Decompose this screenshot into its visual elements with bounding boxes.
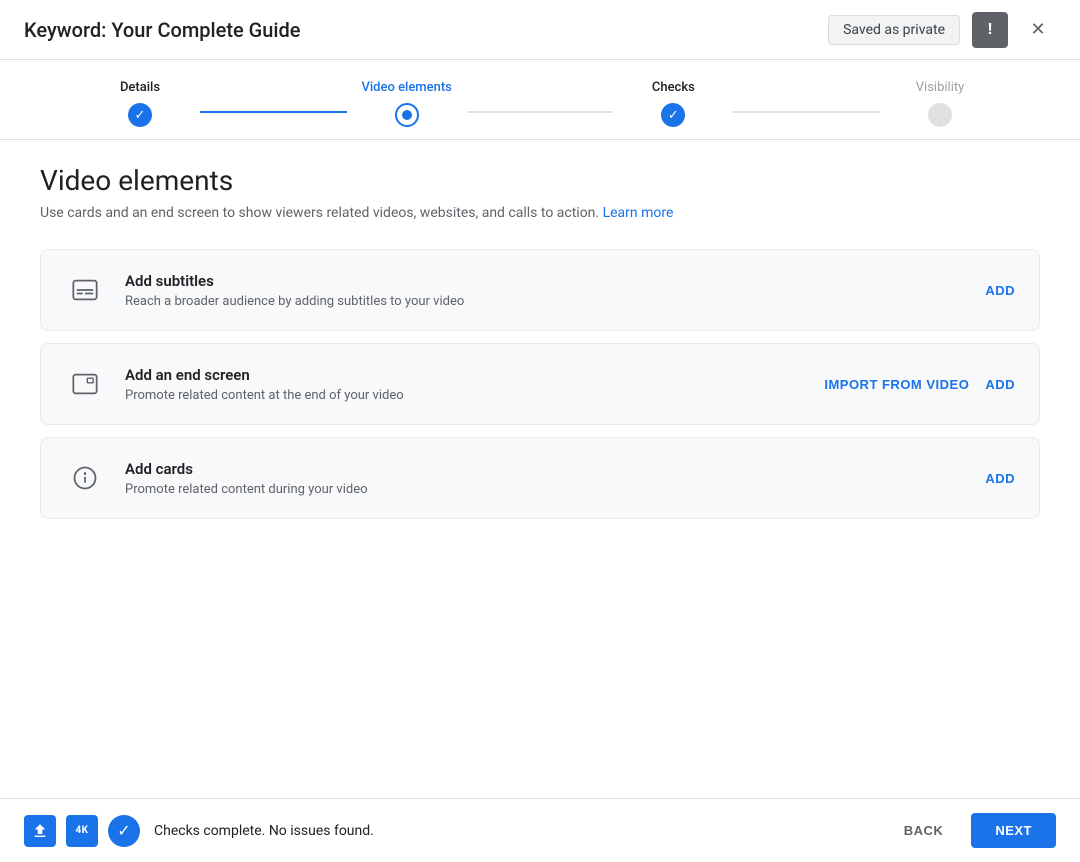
subtitles-add-button[interactable]: ADD [985, 283, 1015, 298]
add-cards-card-actions: ADD [985, 471, 1015, 486]
step-details: Details ✓ [80, 80, 200, 127]
footer: 4K ✓ Checks complete. No issues found. B… [0, 798, 1080, 862]
subtitles-card-desc: Reach a broader audience by adding subti… [125, 294, 965, 309]
check-badge: ✓ [108, 815, 140, 847]
checkmark-icon-2: ✓ [668, 108, 679, 123]
active-dot [402, 110, 412, 120]
learn-more-link[interactable]: Learn more [603, 205, 674, 221]
main-content: Video elements Use cards and an end scre… [0, 140, 1080, 798]
add-cards-icon [65, 458, 105, 498]
end-screen-add-button[interactable]: ADD [985, 377, 1015, 392]
add-cards-card-desc: Promote related content during your vide… [125, 482, 965, 497]
subtitles-card-body: Add subtitles Reach a broader audience b… [125, 272, 965, 309]
add-cards-card: Add cards Promote related content during… [40, 437, 1040, 519]
import-from-video-button[interactable]: IMPORT FROM VIDEO [824, 377, 969, 392]
footer-status: Checks complete. No issues found. [154, 823, 374, 839]
connector-2 [467, 111, 614, 113]
step-video-elements-label: Video elements [361, 80, 451, 95]
alert-button[interactable]: ! [972, 12, 1008, 48]
step-visibility-circle [928, 103, 952, 127]
step-details-label: Details [120, 80, 160, 95]
step-checks-circle: ✓ [661, 103, 685, 127]
checkmark-icon: ✓ [135, 108, 146, 123]
footer-right: BACK NEXT [888, 813, 1056, 848]
4k-badge: 4K [66, 815, 98, 847]
alert-icon: ! [987, 21, 992, 39]
upload-icon [24, 815, 56, 847]
stepper-track: Details ✓ Video elements Checks ✓ [0, 60, 1080, 127]
step-checks: Checks ✓ [613, 80, 733, 127]
add-cards-card-body: Add cards Promote related content during… [125, 460, 965, 497]
end-screen-card-desc: Promote related content at the end of yo… [125, 388, 804, 403]
step-visibility: Visibility [880, 80, 1000, 127]
step-video-elements-circle [395, 103, 419, 127]
video-elements-title: Video elements [40, 164, 1040, 197]
connector-1 [200, 111, 347, 113]
stepper: Details ✓ Video elements Checks ✓ [0, 60, 1080, 140]
saved-badge: Saved as private [828, 15, 960, 45]
close-icon: ✕ [1030, 19, 1045, 40]
step-details-circle: ✓ [128, 103, 152, 127]
step-video-elements: Video elements [347, 80, 467, 127]
end-screen-card: Add an end screen Promote related conten… [40, 343, 1040, 425]
subtitles-icon [65, 270, 105, 310]
connector-3 [733, 111, 880, 113]
header-actions: Saved as private ! ✕ [828, 12, 1056, 48]
end-screen-card-actions: IMPORT FROM VIDEO ADD [824, 377, 1015, 392]
back-button[interactable]: BACK [888, 815, 960, 846]
end-screen-card-title: Add an end screen [125, 366, 804, 384]
subtitles-card: Add subtitles Reach a broader audience b… [40, 249, 1040, 331]
add-cards-add-button[interactable]: ADD [985, 471, 1015, 486]
close-button[interactable]: ✕ [1020, 12, 1056, 48]
footer-left: 4K ✓ Checks complete. No issues found. [24, 815, 374, 847]
video-elements-subtitle: Use cards and an end screen to show view… [40, 205, 1040, 221]
subtitles-card-actions: ADD [985, 283, 1015, 298]
next-button[interactable]: NEXT [971, 813, 1056, 848]
page-title: Keyword: Your Complete Guide [24, 18, 301, 42]
end-screen-card-body: Add an end screen Promote related conten… [125, 366, 804, 403]
end-screen-icon [65, 364, 105, 404]
add-cards-card-title: Add cards [125, 460, 965, 478]
subtitles-card-title: Add subtitles [125, 272, 965, 290]
step-visibility-label: Visibility [916, 80, 965, 95]
header: Keyword: Your Complete Guide Saved as pr… [0, 0, 1080, 60]
check-icon: ✓ [117, 821, 130, 840]
step-checks-label: Checks [652, 80, 695, 95]
